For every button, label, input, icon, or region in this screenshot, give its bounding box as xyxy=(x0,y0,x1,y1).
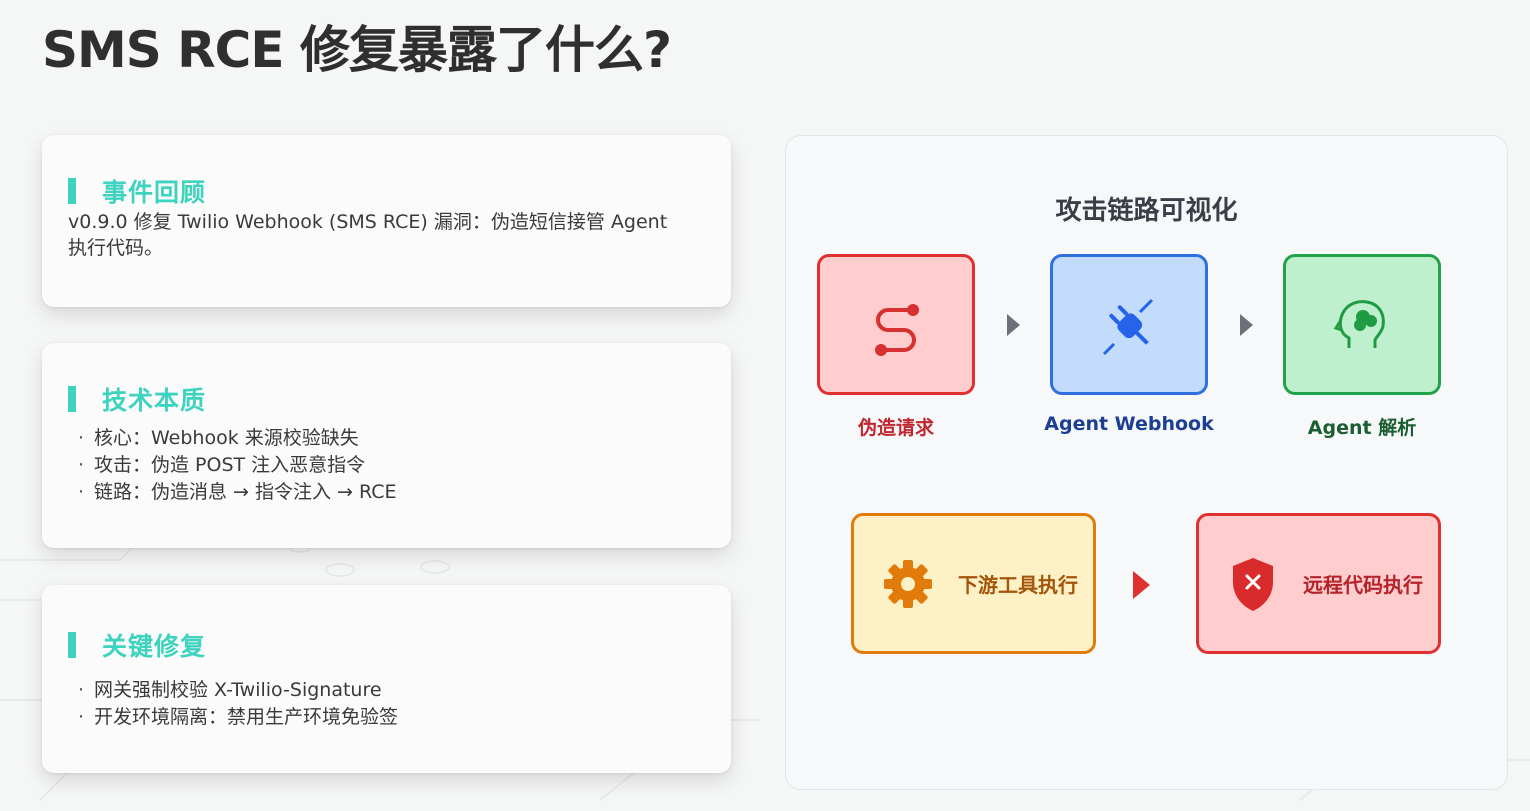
fix-card: 关键修复 · 网关强制校验 X-Twilio-Signature · 开发环境隔离：… xyxy=(42,585,731,773)
list-item: · 核心：Webhook 来源校验缺失 xyxy=(68,425,705,452)
tile-remote-code-exec: 远程代码执行 xyxy=(1196,513,1441,654)
route-icon xyxy=(875,303,919,356)
list-item: · 攻击：伪造 POST 注入恶意指令 xyxy=(68,452,705,479)
incident-card-text: v0.9.0 修复 Twilio Webhook (SMS RCE) 漏洞：伪造… xyxy=(68,211,668,259)
tile-label-remote-code-exec: 远程代码执行 xyxy=(1303,573,1423,597)
page-title: SMS RCE 修复暴露了什么? xyxy=(42,21,672,79)
fix-card-title: 关键修复 xyxy=(102,632,207,661)
list-item: · 网关强制校验 X-Twilio-Signature xyxy=(68,677,705,704)
accent-bar xyxy=(68,178,76,204)
bullet-text: 网关强制校验 X-Twilio-Signature xyxy=(94,679,382,701)
brain-head-icon xyxy=(1333,299,1385,348)
plug-icon xyxy=(1102,298,1154,355)
tile-downstream-tool: 下游工具执行 xyxy=(851,513,1096,654)
fix-card-header: 关键修复 xyxy=(68,627,705,663)
bullet-dot: · xyxy=(77,679,85,701)
bullet-dot: · xyxy=(77,706,85,728)
arrow-right-icon xyxy=(1133,571,1150,599)
incident-card-header: 事件回顾 xyxy=(68,173,705,209)
bullet-text: 攻击：伪造 POST 注入恶意指令 xyxy=(94,454,366,476)
bullet-text: 开发环境隔离：禁用生产环境免验签 xyxy=(94,706,399,728)
node-agent-parse xyxy=(1283,254,1441,395)
nature-card: 技术本质 · 核心：Webhook 来源校验缺失 · 攻击：伪造 POST 注入恶意… xyxy=(42,343,731,548)
list-item: · 开发环境隔离：禁用生产环境免验签 xyxy=(68,704,705,731)
arrow-right-icon xyxy=(1240,314,1253,336)
node-label-agent-webhook: Agent Webhook xyxy=(1044,413,1214,435)
shield-x-icon xyxy=(1233,557,1273,611)
attack-chain-panel xyxy=(785,135,1508,790)
incident-card: 事件回顾 v0.9.0 修复 Twilio Webhook (SMS RCE) … xyxy=(42,135,731,307)
list-item: · 链路：伪造消息 → 指令注入 → RCE xyxy=(68,479,705,506)
bullet-text: 核心：Webhook 来源校验缺失 xyxy=(94,427,359,449)
nature-card-title: 技术本质 xyxy=(102,386,207,415)
bullet-dot: · xyxy=(77,427,85,449)
node-label-agent-parse: Agent 解析 xyxy=(1307,417,1417,439)
tile-label-downstream-tool: 下游工具执行 xyxy=(958,573,1078,597)
diagram-title: 攻击链路可视化 xyxy=(1055,196,1238,226)
node-label-forged-request: 伪造请求 xyxy=(857,417,934,439)
bullet-text: 链路：伪造消息 → 指令注入 → RCE xyxy=(94,481,397,503)
gear-icon xyxy=(884,559,932,608)
accent-bar xyxy=(68,632,76,658)
nature-card-header: 技术本质 xyxy=(68,381,705,417)
node-agent-webhook xyxy=(1050,254,1208,395)
node-forged-request xyxy=(817,254,975,395)
bullet-dot: · xyxy=(77,481,85,503)
arrow-right-icon xyxy=(1007,314,1020,336)
bullet-dot: · xyxy=(77,454,85,476)
accent-bar xyxy=(68,386,76,412)
fix-bullet-list: · 网关强制校验 X-Twilio-Signature · 开发环境隔离：禁用生产环… xyxy=(68,677,705,731)
incident-card-title: 事件回顾 xyxy=(102,178,207,207)
nature-bullet-list: · 核心：Webhook 来源校验缺失 · 攻击：伪造 POST 注入恶意指令 · 链… xyxy=(68,425,705,506)
